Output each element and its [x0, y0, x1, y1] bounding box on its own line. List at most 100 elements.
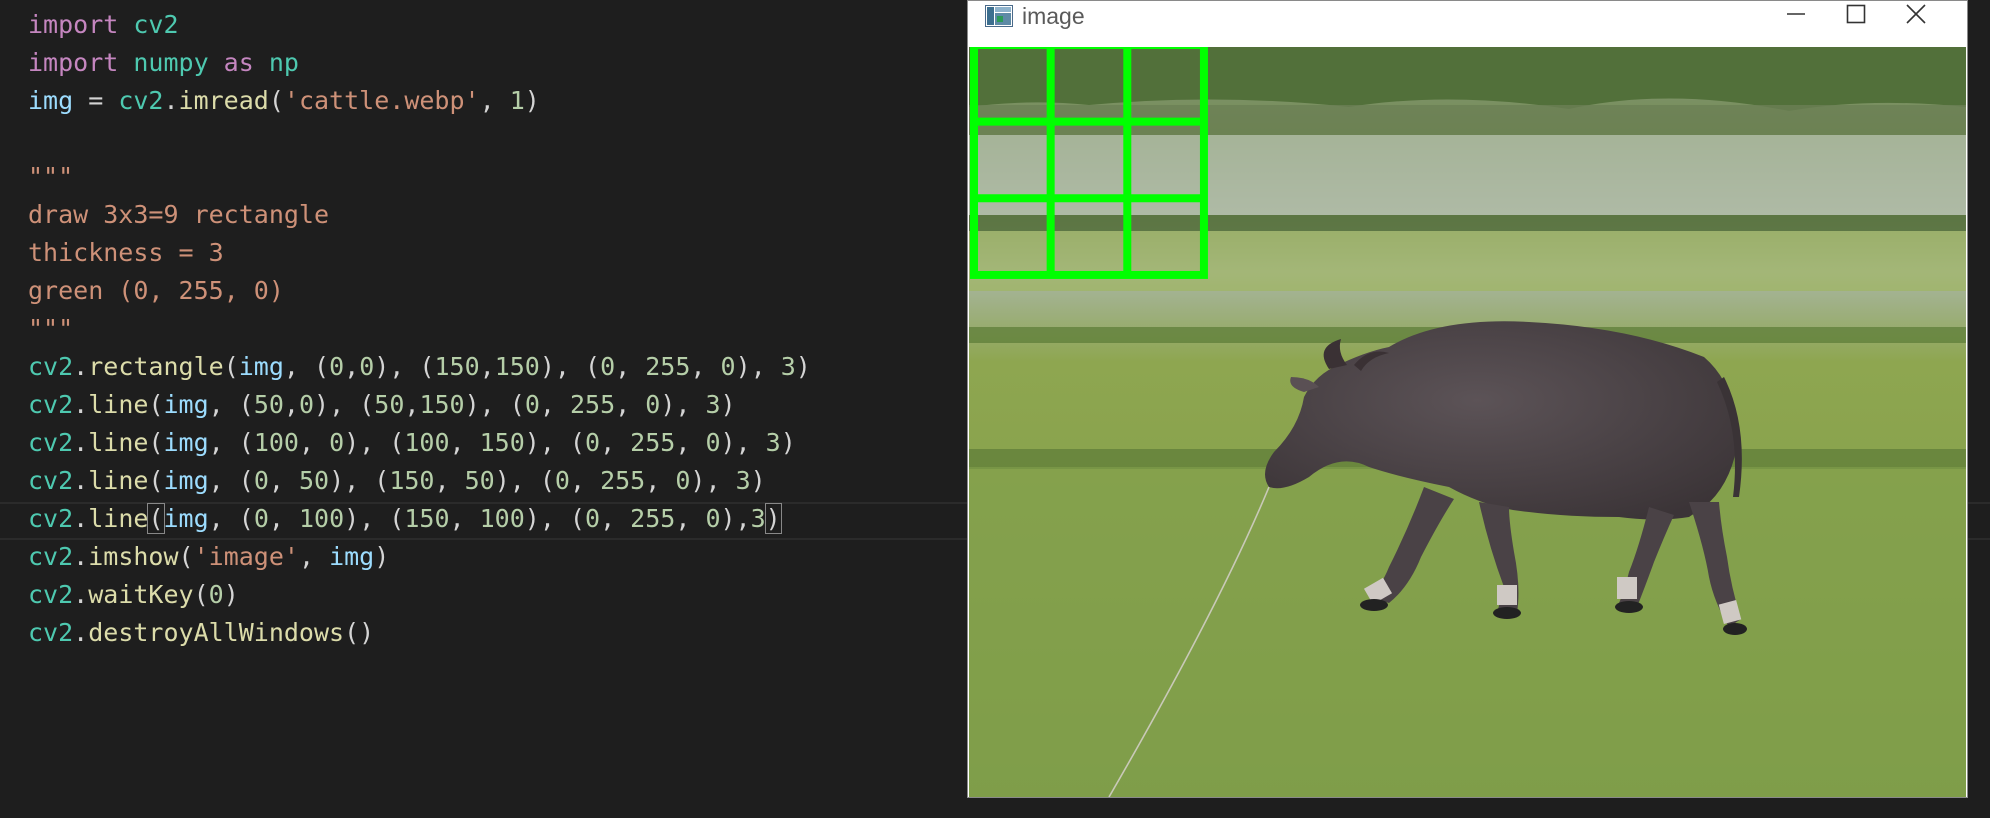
- code-token: 0: [524, 390, 540, 419]
- code-token: ): [795, 352, 811, 381]
- code-token: ), (: [464, 390, 525, 419]
- code-token: ,: [268, 504, 299, 533]
- code-token: ): [524, 86, 540, 115]
- code-token: img: [238, 352, 284, 381]
- code-token: img: [163, 466, 209, 495]
- code-token: img: [163, 504, 209, 533]
- code-token: ): [223, 580, 239, 609]
- code-token: 0: [208, 580, 224, 609]
- code-token: ,: [479, 86, 510, 115]
- code-token: 0: [585, 428, 601, 457]
- code-token: ): [764, 503, 782, 534]
- code-token: thickness = 3: [28, 238, 224, 267]
- app-window-icon: [985, 5, 1013, 27]
- maximize-button[interactable]: [1826, 1, 1886, 31]
- code-token: waitKey: [88, 580, 194, 609]
- code-token: cv2: [28, 352, 74, 381]
- close-button[interactable]: [1886, 1, 1946, 31]
- code-line[interactable]: cv2.rectangle(img, (0,0), (150,150), (0,…: [28, 348, 811, 386]
- code-token: draw 3x3=9 rectangle: [28, 200, 330, 229]
- code-token: 150: [479, 428, 525, 457]
- code-token: 0: [585, 504, 601, 533]
- image-canvas[interactable]: [969, 47, 1966, 797]
- code-token: ,: [479, 352, 495, 381]
- code-token: (: [148, 390, 164, 419]
- code-line[interactable]: cv2.imshow('image', img): [28, 538, 389, 576]
- code-line[interactable]: cv2.waitKey(0): [28, 576, 239, 614]
- code-token: 0: [720, 352, 736, 381]
- code-token: ,: [675, 428, 706, 457]
- code-token: np: [268, 48, 299, 77]
- code-token: 0: [600, 352, 616, 381]
- code-line[interactable]: img = cv2.imread('cattle.webp', 1): [28, 82, 540, 120]
- code-token: cv2: [28, 428, 74, 457]
- code-token: 255: [645, 352, 691, 381]
- maximize-icon: [1845, 3, 1867, 29]
- code-token: imread: [178, 86, 269, 115]
- code-token: 50: [253, 390, 284, 419]
- code-token: cv2: [28, 504, 74, 533]
- code-line[interactable]: import numpy as np: [28, 44, 299, 82]
- code-token: (: [148, 466, 164, 495]
- code-line[interactable]: green (0, 255, 0): [28, 272, 284, 310]
- code-token: ,: [615, 390, 646, 419]
- code-token: 0: [329, 428, 345, 457]
- code-token: 50: [298, 466, 330, 495]
- code-token: 3: [705, 390, 721, 419]
- code-token: (): [344, 618, 375, 647]
- image-window[interactable]: image: [967, 0, 1968, 798]
- code-token: 100: [298, 504, 345, 533]
- code-token: ), (: [494, 466, 555, 495]
- code-token: 0: [675, 466, 691, 495]
- code-token: .: [73, 504, 89, 533]
- code-token: 3: [735, 466, 751, 495]
- code-token: 0: [298, 390, 315, 419]
- code-token: ), (: [329, 466, 390, 495]
- code-token: ): [374, 542, 390, 571]
- code-token: ),: [720, 428, 766, 457]
- code-line[interactable]: cv2.line(img, (0, 100), (150, 100), (0, …: [28, 500, 782, 538]
- code-token: 0: [705, 428, 721, 457]
- code-line[interactable]: cv2.line(img, (100, 0), (100, 150), (0, …: [28, 424, 796, 462]
- code-token: img: [329, 542, 375, 571]
- code-token: (: [223, 352, 239, 381]
- code-token: line: [88, 504, 149, 533]
- minimize-button[interactable]: [1766, 1, 1826, 31]
- code-token: ,: [600, 504, 631, 533]
- code-token: ,: [645, 466, 676, 495]
- code-line[interactable]: cv2.line(img, (50,0), (50,150), (0, 255,…: [28, 386, 736, 424]
- code-token: ), (: [344, 428, 405, 457]
- code-token: , (: [208, 428, 254, 457]
- code-token: ,: [298, 542, 330, 571]
- code-token: (: [147, 503, 165, 534]
- code-token: import: [28, 48, 134, 77]
- code-token: line: [88, 390, 149, 419]
- code-token: cv2: [28, 390, 74, 419]
- title-bar[interactable]: image: [968, 1, 1967, 47]
- code-token: ),: [735, 352, 781, 381]
- code-token: rectangle: [88, 352, 224, 381]
- code-line[interactable]: """: [28, 158, 73, 196]
- code-token: img: [163, 428, 209, 457]
- code-line[interactable]: cv2.destroyAllWindows(): [28, 614, 374, 652]
- code-token: , (: [208, 390, 254, 419]
- code-token: , (: [283, 352, 330, 381]
- code-token: ),: [720, 504, 751, 533]
- code-token: cv2: [28, 466, 74, 495]
- code-token: ,: [675, 504, 706, 533]
- code-line[interactable]: draw 3x3=9 rectangle: [28, 196, 329, 234]
- code-line[interactable]: cv2.line(img, (0, 50), (150, 50), (0, 25…: [28, 462, 766, 500]
- code-token: 3: [780, 352, 796, 381]
- code-line[interactable]: thickness = 3: [28, 234, 224, 272]
- code-token: 'image': [193, 542, 299, 571]
- code-editor[interactable]: import cv2 import numpy as np img = cv2.im…: [0, 0, 1990, 818]
- code-line[interactable]: """: [28, 310, 73, 348]
- code-token: cv2: [118, 86, 164, 115]
- code-token: img: [163, 390, 209, 419]
- code-token: .: [73, 352, 89, 381]
- code-token: ,: [615, 352, 646, 381]
- code-line[interactable]: import cv2: [28, 6, 179, 44]
- code-token: (: [268, 86, 284, 115]
- code-token: cv2: [28, 580, 74, 609]
- code-token: .: [73, 466, 89, 495]
